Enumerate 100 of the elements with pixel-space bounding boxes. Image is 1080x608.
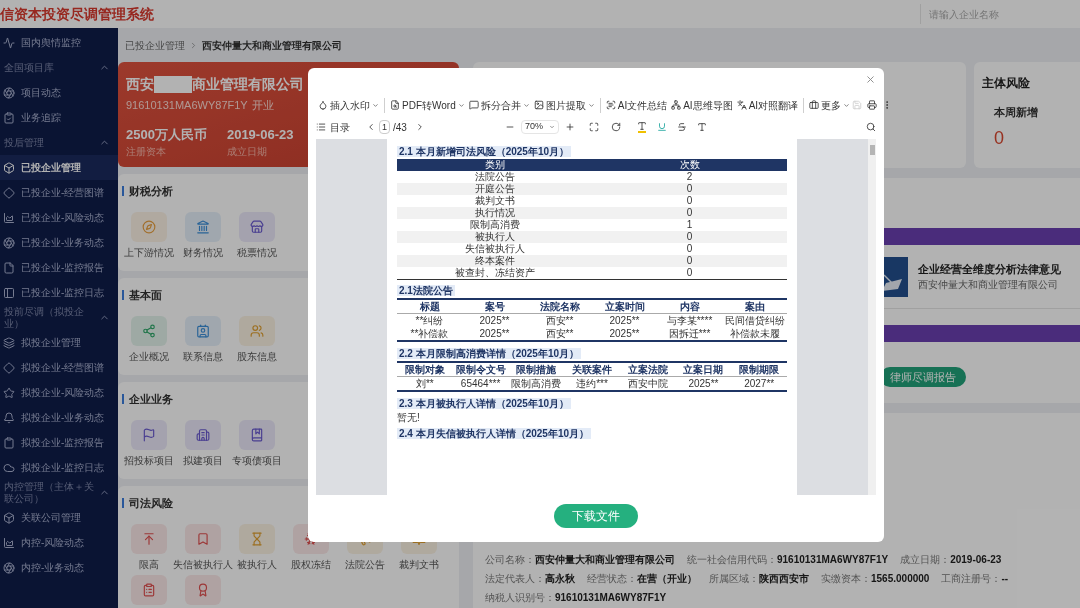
field-value: 91610131MA6WY87F1Y (555, 591, 667, 605)
tile-label: 招投标项目 (124, 453, 174, 468)
company-name: 商业管理有限公司 (192, 75, 304, 94)
people-icon (250, 323, 264, 338)
table-cell-text: 2 (685, 171, 694, 183)
fit-page-icon[interactable] (588, 122, 599, 132)
toolbar-button[interactable]: AI思维导图 (669, 97, 735, 113)
stat-label: 注册资本 (126, 145, 167, 159)
sidebar-item[interactable]: 已投企业-业务动态 (0, 230, 118, 255)
sidebar-item[interactable]: 已投企业管理 (0, 155, 118, 180)
sidebar-item[interactable]: 关联公司管理 (0, 505, 118, 530)
contact-card-icon (196, 323, 210, 338)
sidebar-item[interactable]: 国内舆情监控 (0, 30, 118, 55)
mind-map-icon (671, 100, 682, 110)
toolbar-button[interactable]: 拆分合并 (466, 97, 532, 113)
section-title: 企业业务 (129, 392, 173, 407)
tile-label: 税票情况 (237, 245, 277, 260)
tile-label: 法院公告 (345, 557, 385, 572)
sidebar-item[interactable]: 拟投企业-经营图谱 (0, 355, 118, 380)
bookmark-icon (196, 531, 210, 546)
tile-label: 裁判文书 (399, 557, 439, 572)
report-title: 企业经营全维度分析法律意见 (918, 261, 1061, 277)
breadcrumb-current: 西安仲量大和商业管理有限公司 (202, 38, 342, 53)
page-total: /43 (393, 120, 407, 135)
table-cell-text: **纠纷 (414, 314, 445, 327)
page-input[interactable]: 1 (379, 120, 390, 134)
sidebar-item[interactable]: 业务追踪 (0, 105, 118, 130)
flag-icon (142, 427, 156, 442)
column-header: 限制期限 (738, 363, 781, 376)
highlight-icon[interactable] (636, 121, 647, 133)
tile-label: 联系信息 (183, 349, 223, 364)
report-subtitle: 西安仲量大和商业管理有限公司 (918, 278, 1059, 293)
tile-label: 限高 (139, 557, 159, 572)
doc-heading: 2.1 本月新增司法风险（2025年10月） (397, 146, 572, 157)
toolbar-button[interactable]: 插入水印 (316, 97, 381, 113)
sidebar-item[interactable]: 已投企业-经营图谱 (0, 180, 118, 205)
table-cell-text: 0 (685, 267, 694, 279)
section-title: 司法风险 (129, 496, 173, 511)
field-value: 西安仲量大和商业管理有限公司 (535, 553, 675, 567)
table-cell-text: 刘** (414, 377, 435, 390)
toolbar-button[interactable]: PDF转Word (384, 97, 467, 113)
sidebar-item[interactable]: 已投企业-监控报告 (0, 255, 118, 280)
strikethrough-icon[interactable] (676, 122, 687, 132)
credit-code: 91610131MA6WY87F1Y (126, 98, 248, 113)
field-value: -- (1001, 572, 1009, 586)
table-cell-text: 0 (685, 231, 694, 243)
toolbar-button[interactable]: 图片提取 (531, 97, 597, 113)
breadcrumb-link[interactable]: 已投企业管理 (125, 37, 185, 53)
sidebar-item[interactable]: 拟投企业-监控日志 (0, 455, 118, 480)
clipboard-icon (142, 582, 156, 597)
diamond-icon (3, 361, 15, 374)
tile-label: 股权冻结 (291, 557, 331, 572)
toolbar-button[interactable]: AI文件总结 (599, 97, 670, 113)
tile-label: 专项债项目 (232, 453, 282, 468)
scrollbar[interactable] (868, 139, 876, 495)
sidebar-section[interactable]: 投后管理 (4, 136, 44, 149)
sidebar-section[interactable]: 投前尽调（拟投企业） (4, 305, 95, 330)
sidebar-item[interactable]: 已投企业-风险动态 (0, 205, 118, 230)
table-cell-text: 西安中院 (626, 377, 669, 390)
sidebar-section[interactable]: 全国项目库 (4, 61, 54, 74)
field-label: 纳税人识别号： (485, 591, 555, 605)
toolbar-button[interactable]: 更多 (803, 97, 853, 113)
print-icon[interactable] (867, 100, 878, 110)
sidebar-item[interactable]: 拟投企业-业务动态 (0, 405, 118, 430)
table-cell-text: 裁判文书 (473, 195, 516, 207)
sidebar-item[interactable]: 拟投企业-风险动态 (0, 380, 118, 405)
sidebar-item[interactable]: 项目动态 (0, 80, 118, 105)
sidebar-item[interactable]: 拟投企业管理 (0, 330, 118, 355)
column-header: 立案时间 (603, 300, 646, 313)
sidebar-item[interactable]: 内控-风险动态 (0, 530, 118, 555)
download-button[interactable]: 下载文件 (554, 504, 638, 528)
bell-icon (3, 411, 15, 424)
table-cell-text: 0 (685, 207, 694, 219)
sidebar-section[interactable]: 内控管理（主体＋关联公司） (4, 480, 95, 505)
tile-label: 企业概况 (129, 349, 169, 364)
star-icon (3, 386, 15, 399)
chart-icon (3, 536, 15, 549)
sidebar-item[interactable]: 拟投企业-监控报告 (0, 430, 118, 455)
cube-icon (3, 161, 15, 174)
underline-icon[interactable] (656, 122, 667, 132)
table-cell-text: 被执行人 (473, 231, 516, 243)
table-cell-text: 2025** (608, 314, 641, 327)
close-icon[interactable] (865, 74, 876, 85)
previous-page-icon[interactable] (366, 122, 376, 132)
toc-button[interactable]: 目录 (316, 119, 350, 135)
section-title: 基本面 (129, 288, 162, 303)
list-icon (316, 122, 326, 132)
rotate-icon[interactable] (610, 122, 621, 132)
table-cell-text: 0 (685, 195, 694, 207)
table-cell-text: 0 (685, 183, 694, 195)
search-icon[interactable] (866, 122, 876, 132)
zoom-in-icon[interactable] (564, 122, 575, 132)
bookmark-icon (250, 427, 264, 442)
sidebar-item[interactable]: 内控-业务动态 (0, 555, 118, 580)
zoom-select[interactable]: 70% (520, 120, 559, 134)
table-cell-text: 0 (685, 255, 694, 267)
toolbar-button[interactable]: AI对照翻译 (734, 97, 801, 113)
column-header: 立案日期 (682, 363, 725, 376)
text-icon[interactable] (696, 122, 707, 132)
sidebar-item[interactable]: 已投企业-监控日志 (0, 280, 118, 305)
